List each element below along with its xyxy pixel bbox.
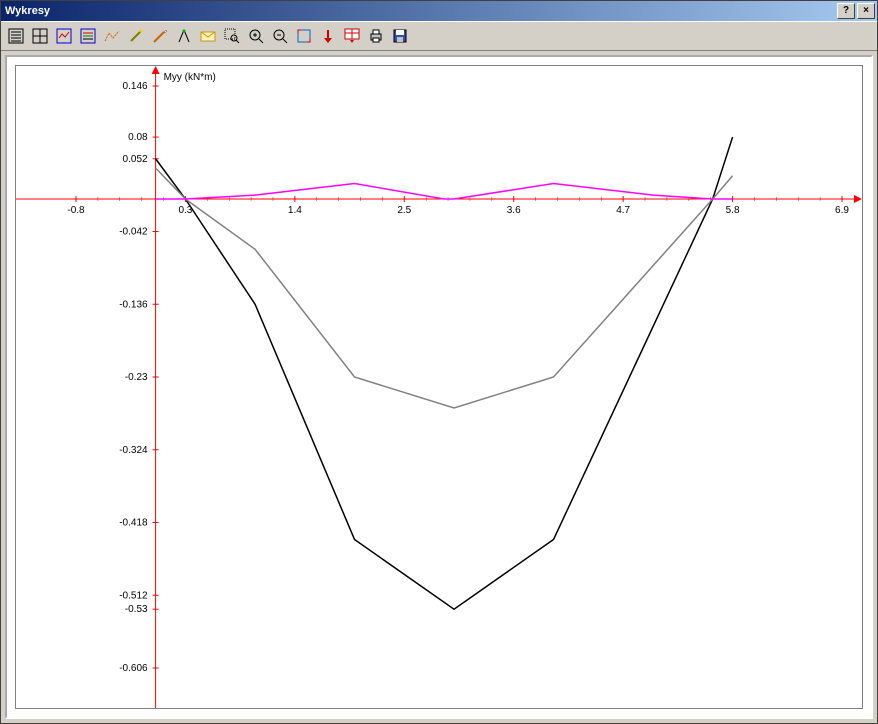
x-tick-label: 6.9 <box>835 205 849 216</box>
zoom-window-icon[interactable] <box>221 25 243 47</box>
grid-icon[interactable] <box>29 25 51 47</box>
pencil-icon[interactable] <box>149 25 171 47</box>
help-button[interactable]: ? <box>837 3 855 19</box>
zoom-in-icon[interactable] <box>245 25 267 47</box>
table-arrow-icon[interactable] <box>341 25 363 47</box>
content-frame: -0.80.31.42.53.64.75.86.90.1460.080.052-… <box>5 55 873 719</box>
shrink-icon[interactable] <box>293 25 315 47</box>
chart-area: -0.80.31.42.53.64.75.86.90.1460.080.052-… <box>15 65 863 709</box>
x-tick-label: -0.8 <box>67 205 85 216</box>
x-tick-label: 3.6 <box>507 205 521 216</box>
list-icon[interactable] <box>5 25 27 47</box>
y-tick-label: -0.136 <box>119 299 148 310</box>
x-tick-label: 4.7 <box>616 205 630 216</box>
envelope-icon[interactable] <box>197 25 219 47</box>
y-tick-label: 0.146 <box>123 81 148 92</box>
x-axis-arrow-icon <box>854 195 862 203</box>
y-tick-label: 0.08 <box>128 132 148 143</box>
window-title: Wykresy <box>5 5 835 17</box>
y-tick-label: -0.324 <box>119 445 148 456</box>
series-series-1 <box>156 137 733 609</box>
y-tick-label: -0.23 <box>125 372 148 383</box>
close-icon: × <box>863 6 869 16</box>
zoom-out-icon[interactable] <box>269 25 291 47</box>
y-axis-arrow-icon <box>152 66 160 74</box>
save-icon[interactable] <box>389 25 411 47</box>
y-tick-label: -0.53 <box>125 604 148 615</box>
chart-svg: -0.80.31.42.53.64.75.86.90.1460.080.052-… <box>16 66 862 708</box>
x-tick-label: 2.5 <box>397 205 411 216</box>
x-tick-label: 5.8 <box>726 205 740 216</box>
line-series-icon[interactable] <box>101 25 123 47</box>
chart-box-icon[interactable] <box>53 25 75 47</box>
y-axis-label: Myy (kN*m) <box>164 72 216 83</box>
wand-icon[interactable] <box>125 25 147 47</box>
titlebar: Wykresy ? × <box>1 1 877 21</box>
print-icon[interactable] <box>365 25 387 47</box>
series-series-3 <box>156 184 733 199</box>
y-tick-label: -0.418 <box>119 518 148 529</box>
x-tick-label: 1.4 <box>288 205 302 216</box>
close-button[interactable]: × <box>857 3 875 19</box>
series-series-2 <box>156 168 733 408</box>
toolbar <box>1 21 877 51</box>
chart-settings-icon[interactable] <box>77 25 99 47</box>
arrow-down-icon[interactable] <box>317 25 339 47</box>
compass-icon[interactable] <box>173 25 195 47</box>
y-tick-label: -0.042 <box>119 227 148 238</box>
y-tick-label: -0.512 <box>119 590 148 601</box>
help-icon: ? <box>843 6 849 16</box>
app-window: Wykresy ? × <box>0 0 878 724</box>
y-tick-label: -0.606 <box>119 663 148 674</box>
y-tick-label: 0.052 <box>123 154 148 165</box>
